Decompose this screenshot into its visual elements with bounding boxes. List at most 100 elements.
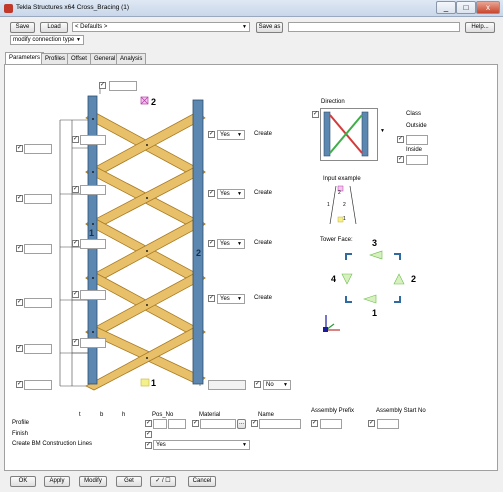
- tower-face-2-label: 2: [411, 274, 417, 284]
- inner-dim-3-checkbox[interactable]: ✓: [72, 240, 79, 247]
- pos-prefix-input[interactable]: [153, 419, 167, 429]
- window-title: Tekla Structures x64 Cross_Bracing (1): [16, 4, 130, 11]
- inner-dim-2-checkbox[interactable]: ✓: [72, 186, 79, 193]
- chevron-down-icon: ▼: [237, 296, 242, 302]
- input-example-num-2: 1: [327, 202, 330, 208]
- outside-checkbox[interactable]: ✓: [397, 136, 404, 143]
- input-example-num-3: 2: [343, 202, 346, 208]
- dim-5-checkbox[interactable]: ✓: [16, 345, 23, 352]
- inside-checkbox[interactable]: ✓: [397, 156, 404, 163]
- pos-number-input[interactable]: [168, 419, 186, 429]
- chevron-down-icon: ▼: [283, 382, 288, 388]
- dim-6-checkbox[interactable]: ✓: [16, 381, 23, 388]
- inside-class-input[interactable]: [406, 155, 428, 165]
- inner-dim-4-checkbox[interactable]: ✓: [72, 291, 79, 298]
- mode-select[interactable]: modify connection type ▼: [10, 35, 84, 45]
- dim-4-checkbox[interactable]: ✓: [16, 299, 23, 306]
- tower-face-4-label: 4: [331, 274, 337, 284]
- dim-2-input[interactable]: [24, 194, 52, 204]
- minimize-button[interactable]: _: [436, 1, 456, 14]
- brace-set-2-label: 2: [196, 248, 202, 258]
- assembly-start-no-input[interactable]: [377, 419, 399, 429]
- inner-dim-3-input[interactable]: [80, 239, 106, 249]
- create-4-value: Yes: [220, 296, 230, 302]
- bottom-no-select[interactable]: No ▼: [263, 380, 291, 390]
- tab-general[interactable]: General: [90, 53, 120, 64]
- bm-lines-label: Create BM Construction Lines: [12, 441, 93, 447]
- close-button[interactable]: x: [476, 1, 500, 14]
- t-header: t: [79, 412, 81, 418]
- create-2-select[interactable]: Yes ▼: [217, 189, 245, 199]
- inner-dim-5-input[interactable]: [80, 338, 106, 348]
- chevron-down-icon: ▼: [76, 37, 81, 43]
- load-button[interactable]: Load: [40, 22, 68, 33]
- assembly-start-no-checkbox[interactable]: ✓: [368, 420, 375, 427]
- create-3-select[interactable]: Yes ▼: [217, 239, 245, 249]
- input-example-title: Input example: [323, 176, 361, 182]
- material-input[interactable]: [200, 419, 236, 429]
- maximize-button[interactable]: □: [456, 1, 476, 14]
- dim-1-checkbox[interactable]: ✓: [16, 145, 23, 152]
- tab-profiles[interactable]: Profiles: [41, 53, 70, 64]
- chevron-down-icon[interactable]: ▼: [380, 128, 385, 134]
- mode-value: modify connection type: [13, 37, 75, 43]
- chevron-down-icon: ▼: [242, 24, 247, 30]
- dim-3-input[interactable]: [24, 244, 52, 254]
- material-browse-button[interactable]: ...: [237, 419, 246, 429]
- direction-selector[interactable]: [320, 108, 378, 161]
- dim-2-checkbox[interactable]: ✓: [16, 195, 23, 202]
- tower-face-title: Tower Face:: [320, 237, 353, 243]
- assembly-prefix-input[interactable]: [320, 419, 342, 429]
- apply-button[interactable]: Apply: [44, 476, 70, 487]
- bm-lines-select[interactable]: Yes ▼: [153, 440, 250, 450]
- save-as-name-input[interactable]: [288, 22, 460, 32]
- dim-6-input[interactable]: [24, 380, 52, 390]
- create-4-select[interactable]: Yes ▼: [217, 294, 245, 304]
- save-as-button[interactable]: Save as: [256, 22, 283, 33]
- pos-no-checkbox[interactable]: ✓: [145, 420, 152, 427]
- create-3-checkbox[interactable]: ✓: [208, 240, 215, 247]
- chevron-down-icon: ▼: [237, 191, 242, 197]
- dim-4-input[interactable]: [24, 298, 52, 308]
- help-button[interactable]: Help...: [465, 22, 495, 33]
- bottom-no-checkbox[interactable]: ✓: [254, 381, 261, 388]
- dim-1-input[interactable]: [24, 144, 52, 154]
- ok-button[interactable]: OK: [10, 476, 36, 487]
- preset-select[interactable]: < Defaults > ▼: [72, 22, 250, 32]
- create-1-value: Yes: [220, 132, 230, 138]
- tab-analysis[interactable]: Analysis: [116, 53, 147, 64]
- get-button[interactable]: Get: [116, 476, 142, 487]
- cancel-button[interactable]: Cancel: [188, 476, 216, 487]
- input-example-num-4: 1: [343, 216, 346, 222]
- direction-checkbox[interactable]: ✓: [312, 111, 319, 118]
- outside-class-input[interactable]: [406, 135, 428, 145]
- save-button[interactable]: Save: [10, 22, 35, 33]
- name-header: Name: [258, 412, 275, 418]
- inner-dim-1-input[interactable]: [80, 135, 106, 145]
- inside-label: Inside: [406, 147, 423, 153]
- finish-checkbox[interactable]: ✓: [145, 431, 152, 438]
- chevron-down-icon: ▼: [242, 442, 247, 448]
- toggle-all-button[interactable]: ✓ / ☐: [150, 476, 176, 487]
- inner-dim-2-input[interactable]: [80, 185, 106, 195]
- name-input[interactable]: [259, 419, 301, 429]
- create-2-checkbox[interactable]: ✓: [208, 190, 215, 197]
- tab-offset[interactable]: Offset: [67, 53, 91, 64]
- inner-dim-1-checkbox[interactable]: ✓: [72, 136, 79, 143]
- bm-lines-checkbox[interactable]: ✓: [145, 442, 152, 449]
- dim-3-checkbox[interactable]: ✓: [16, 245, 23, 252]
- name-checkbox[interactable]: ✓: [251, 420, 258, 427]
- create-1-select[interactable]: Yes ▼: [217, 130, 245, 140]
- inner-dim-4-input[interactable]: [80, 290, 106, 300]
- top-dim-input[interactable]: [109, 81, 137, 91]
- profile-label: Profile: [12, 420, 30, 426]
- create-4-checkbox[interactable]: ✓: [208, 295, 215, 302]
- dim-5-input[interactable]: [24, 344, 52, 354]
- modify-button[interactable]: Modify: [79, 476, 107, 487]
- create-1-checkbox[interactable]: ✓: [208, 131, 215, 138]
- inner-dim-5-checkbox[interactable]: ✓: [72, 339, 79, 346]
- material-checkbox[interactable]: ✓: [192, 420, 199, 427]
- finish-label: Finish: [12, 431, 29, 437]
- assembly-prefix-checkbox[interactable]: ✓: [311, 420, 318, 427]
- top-dim-checkbox[interactable]: ✓: [99, 82, 106, 89]
